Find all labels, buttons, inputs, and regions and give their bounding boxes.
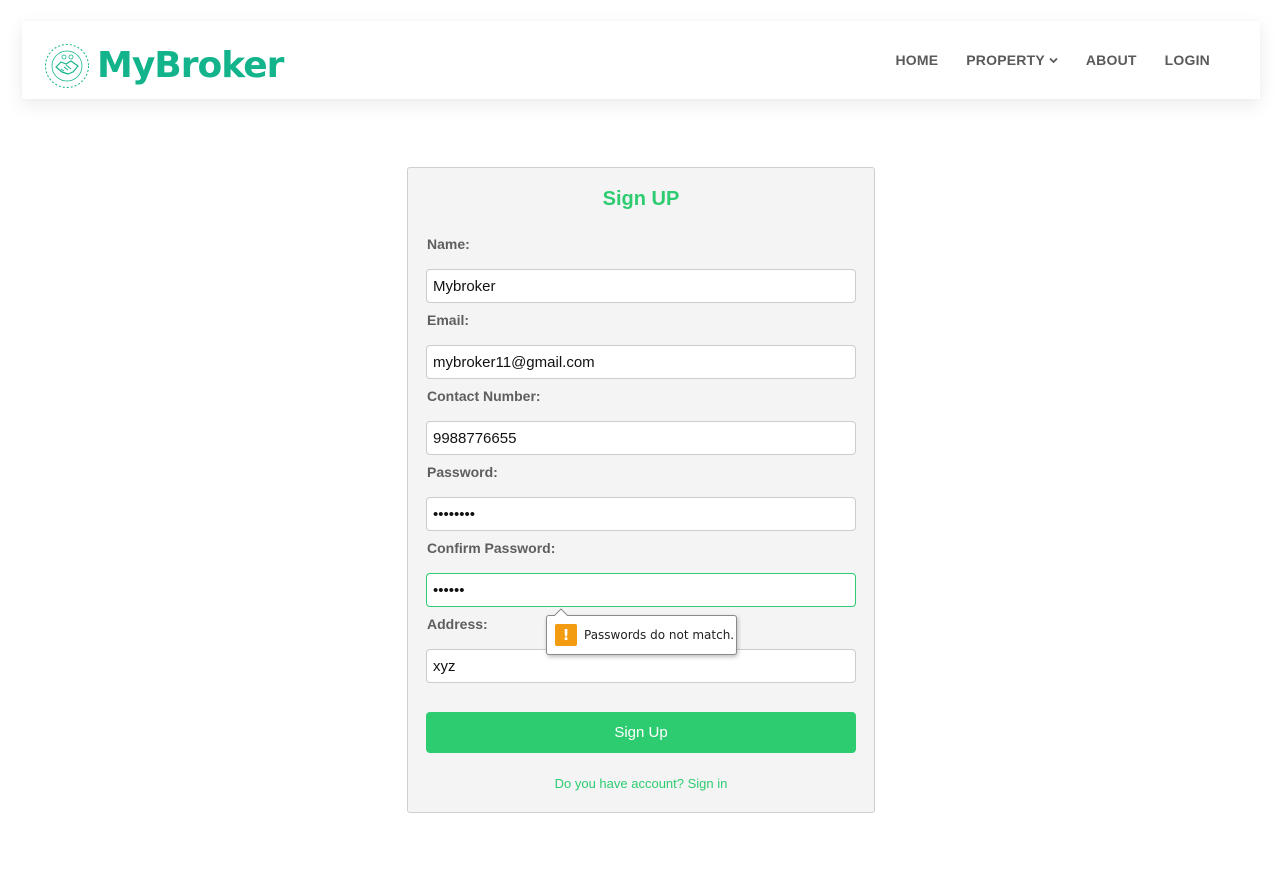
name-input[interactable]: [426, 269, 856, 303]
form-title: Sign UP: [602, 188, 680, 210]
nav-login[interactable]: LOGIN: [1165, 52, 1210, 68]
password-input[interactable]: [426, 497, 856, 531]
signin-link[interactable]: Do you have account? Sign in: [408, 776, 874, 791]
email-label: Email:: [427, 312, 470, 328]
navbar: MyBroker HOME PROPERTY ABOUT LOGIN: [22, 21, 1260, 99]
contact-label: Contact Number:: [427, 388, 541, 404]
password-label: Password:: [427, 464, 498, 480]
tooltip-arrow: [554, 608, 568, 616]
contact-input[interactable]: [426, 421, 856, 455]
validation-message: Passwords do not match.: [584, 628, 735, 642]
address-label: Address:: [427, 616, 488, 632]
brand-name: MyBroker: [97, 45, 284, 86]
email-input[interactable]: [426, 345, 856, 379]
nav-property[interactable]: PROPERTY: [966, 52, 1058, 68]
nav-property-label: PROPERTY: [966, 52, 1045, 68]
validation-tooltip: ! Passwords do not match.: [546, 608, 737, 655]
chevron-down-icon: [1049, 57, 1058, 63]
confirm-password-input[interactable]: [426, 573, 856, 607]
nav-links: HOME PROPERTY ABOUT LOGIN: [867, 21, 1210, 99]
warning-icon: !: [555, 624, 577, 646]
confirm-password-label: Confirm Password:: [427, 540, 556, 556]
brand[interactable]: MyBroker: [44, 43, 284, 89]
name-label: Name:: [427, 236, 470, 252]
signup-button[interactable]: Sign Up: [426, 712, 856, 753]
handshake-icon: [45, 44, 89, 88]
nav-home[interactable]: HOME: [895, 52, 938, 68]
signup-card: Sign UP Name: Email: Contact Number: Pas…: [407, 167, 875, 813]
nav-about[interactable]: ABOUT: [1086, 52, 1137, 68]
